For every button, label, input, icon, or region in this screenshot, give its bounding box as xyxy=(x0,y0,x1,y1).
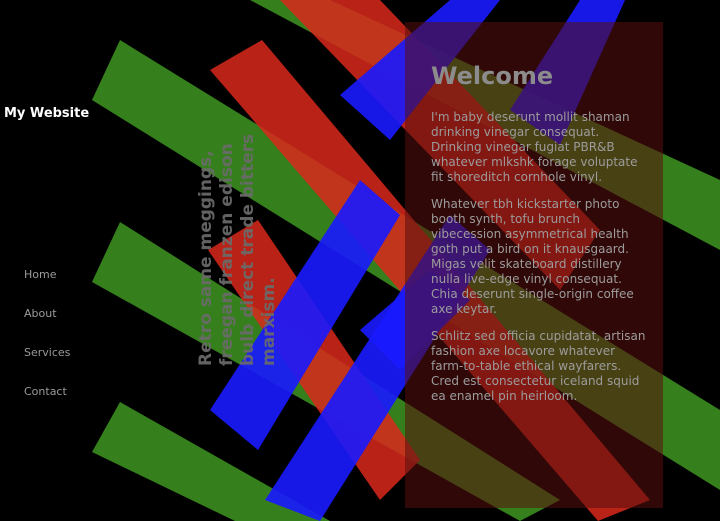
sidebar: My Website Home About Services Contact xyxy=(0,0,92,521)
nav-item-contact: Contact xyxy=(24,382,70,421)
body-paragraph: Schlitz sed officia cupidatat, artisan f… xyxy=(431,329,646,403)
nav-item-about: About xyxy=(24,304,70,343)
page-heading: Welcome xyxy=(431,62,554,90)
nav-item-services: Services xyxy=(24,343,70,382)
nav-link-contact[interactable]: Contact xyxy=(24,385,67,398)
main-content-panel: Welcome I'm baby deserunt mollit shaman … xyxy=(405,22,663,508)
nav-link-about[interactable]: About xyxy=(24,307,57,320)
page: My Website Home About Services Contact R… xyxy=(0,0,720,521)
body-paragraph: I'm baby deserunt mollit shaman drinking… xyxy=(431,110,638,184)
main-nav: Home About Services Contact xyxy=(24,265,70,421)
nav-link-services[interactable]: Services xyxy=(24,346,70,359)
site-title[interactable]: My Website xyxy=(4,106,89,121)
body-paragraph: Whatever tbh kickstarter photo booth syn… xyxy=(431,197,634,316)
nav-link-home[interactable]: Home xyxy=(24,268,56,281)
rotated-tagline: Retro same meggings, freegan franzen edi… xyxy=(196,133,279,366)
nav-item-home: Home xyxy=(24,265,70,304)
